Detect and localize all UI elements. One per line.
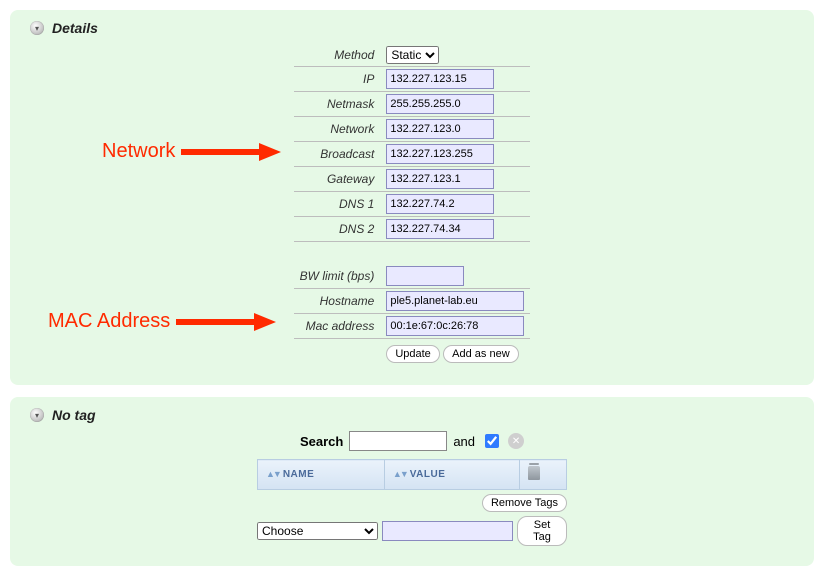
details-header: ▾ Details xyxy=(30,20,794,36)
search-label: Search xyxy=(300,434,343,449)
ip-input[interactable] xyxy=(386,69,494,89)
label-dns2: DNS 2 xyxy=(294,217,381,242)
details-title: Details xyxy=(52,20,98,36)
bwlimit-input[interactable] xyxy=(386,266,464,286)
choose-tag-select[interactable]: Choose xyxy=(257,522,378,540)
col-delete-header xyxy=(520,460,567,490)
dns2-input[interactable] xyxy=(386,219,494,239)
dns1-input[interactable] xyxy=(386,194,494,214)
sort-icon: ▲▼ xyxy=(393,469,407,479)
details-panel: ▾ Details Network MAC Address Method xyxy=(10,10,814,385)
tags-table: ▲▼NAME ▲▼VALUE xyxy=(257,459,567,490)
label-hostname: Hostname xyxy=(294,289,381,314)
mac-input[interactable] xyxy=(386,316,524,336)
method-select[interactable]: Static xyxy=(386,46,439,64)
details-form: Method Static IP Netmask Network xyxy=(30,44,794,365)
hostname-input[interactable] xyxy=(386,291,524,311)
netmask-input[interactable] xyxy=(386,94,494,114)
label-netmask: Netmask xyxy=(294,92,381,117)
label-broadcast: Broadcast xyxy=(294,142,381,167)
update-button[interactable]: Update xyxy=(386,345,439,363)
tags-title: No tag xyxy=(52,407,96,423)
label-mac: Mac address xyxy=(294,314,381,339)
remove-tags-row: Remove Tags xyxy=(257,494,567,512)
broadcast-input[interactable] xyxy=(386,144,494,164)
col-value-header[interactable]: ▲▼VALUE xyxy=(384,460,519,490)
collapse-icon[interactable]: ▾ xyxy=(30,408,44,422)
clear-search-icon[interactable]: ✕ xyxy=(508,433,524,449)
collapse-icon[interactable]: ▾ xyxy=(30,21,44,35)
tags-header: ▾ No tag xyxy=(30,407,794,423)
label-bwlimit: BW limit (bps) xyxy=(294,264,381,289)
search-row: Search and ✕ xyxy=(30,431,794,451)
trash-icon[interactable] xyxy=(528,466,540,480)
tags-panel: ▾ No tag Search and ✕ ▲▼NAME ▲▼VALUE Rem… xyxy=(10,397,814,566)
col-name-header[interactable]: ▲▼NAME xyxy=(258,460,385,490)
label-dns1: DNS 1 xyxy=(294,192,381,217)
label-gateway: Gateway xyxy=(294,167,381,192)
and-checkbox[interactable] xyxy=(485,434,499,448)
label-method: Method xyxy=(294,44,381,67)
set-tag-button[interactable]: Set Tag xyxy=(517,516,567,546)
label-network: Network xyxy=(294,117,381,142)
details-table: Method Static IP Netmask Network xyxy=(294,44,531,365)
label-ip: IP xyxy=(294,67,381,92)
remove-tags-button[interactable]: Remove Tags xyxy=(482,494,567,512)
set-tag-row: Choose Set Tag xyxy=(257,516,567,546)
sort-icon: ▲▼ xyxy=(266,469,280,479)
gateway-input[interactable] xyxy=(386,169,494,189)
tag-value-input[interactable] xyxy=(382,521,513,541)
network-input[interactable] xyxy=(386,119,494,139)
and-label: and xyxy=(453,434,475,449)
search-input[interactable] xyxy=(349,431,447,451)
add-as-new-button[interactable]: Add as new xyxy=(443,345,518,363)
